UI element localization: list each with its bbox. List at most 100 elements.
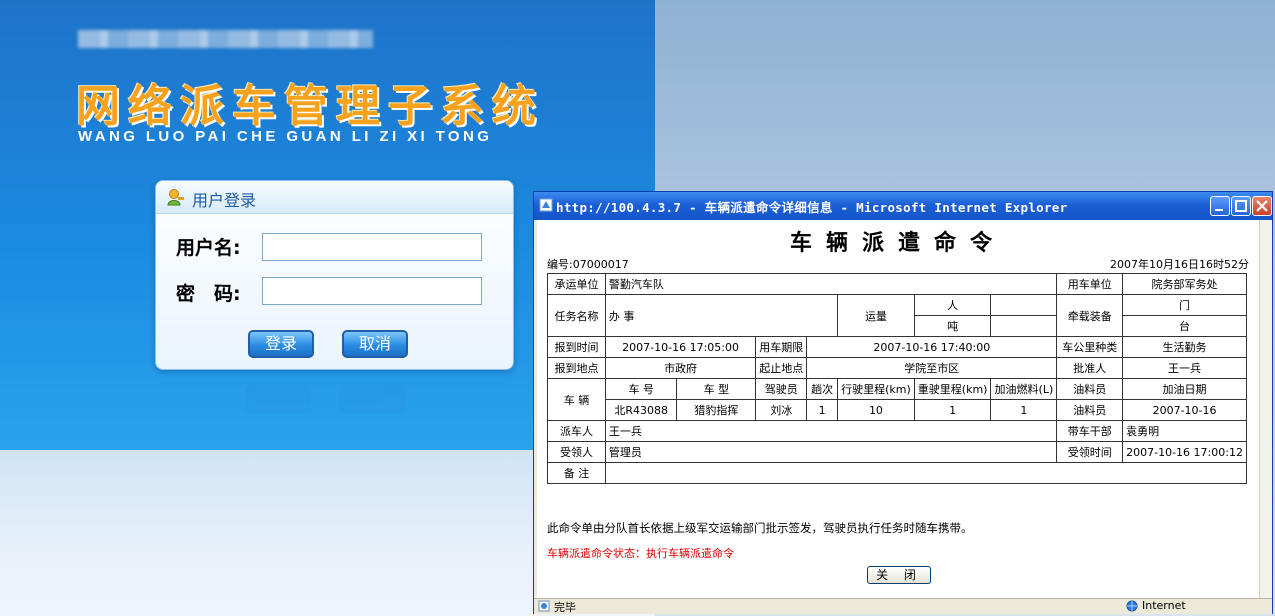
page-done-icon <box>538 600 550 612</box>
login-box: 用户登录 用户名: 密 码: 登录 取消 <box>155 180 514 370</box>
table-row: 受领人 管理员 受领时间 2007-10-16 17:00:12 <box>547 441 1247 463</box>
table-row: 派车人 王一兵 带车干部 袁勇明 <box>547 420 1247 442</box>
close-order-button[interactable]: 关 闭 <box>867 566 931 584</box>
close-window-button[interactable] <box>1252 196 1272 216</box>
username-input[interactable] <box>262 233 482 261</box>
login-title: 用户登录 <box>192 191 257 210</box>
cell-value: 警勤汽车队 <box>604 273 1058 295</box>
order-date: 2007年10月16日16时52分 <box>1110 258 1249 271</box>
status-zone: Internet <box>1142 599 1186 612</box>
cell-value: 2007-10-16 17:00:12 <box>1122 441 1247 463</box>
username-label: 用户名: <box>176 237 241 259</box>
cell-label: 受领时间 <box>1056 441 1124 463</box>
ie-window: http://100.4.3.7 - 车辆派遣命令详细信息 - Microsof… <box>533 191 1273 614</box>
cell-value <box>604 462 1248 484</box>
cell-value: 猎豹指挥 <box>676 399 757 421</box>
cell-label: 油料员 <box>1056 378 1124 400</box>
ie-content: 车辆派遣命令 编号:07000017 2007年10月16日16时52分 承运单… <box>537 220 1259 598</box>
cell-value: 王一兵 <box>1122 357 1247 379</box>
globe-icon <box>1126 600 1138 612</box>
cell-label: 趟次 <box>806 378 839 400</box>
user-key-icon <box>167 189 184 206</box>
cell-value: 1 <box>913 399 992 421</box>
cell-label: 行驶里程(km) <box>837 378 915 400</box>
system-title-pinyin: WANG LUO PAI CHE GUAN LI ZI XI TONG <box>78 128 493 145</box>
button-reflection <box>245 385 415 415</box>
ie-statusbar: 完毕 Internet <box>534 598 1272 614</box>
cell-value: 2007-10-16 <box>1122 399 1247 421</box>
close-icon <box>1256 200 1268 212</box>
cell-label: 车 辆 <box>547 378 606 421</box>
cell-value: 王一兵 <box>604 420 1058 442</box>
cell-label: 台 <box>1122 315 1247 337</box>
table-row: 报到时间 2007-10-16 17:05:00 用车期限 2007-10-16… <box>547 336 1247 358</box>
order-note: 此命令单由分队首长依据上级军交运输部门批示签发，驾驶员执行任务时随车携带。 <box>547 521 973 535</box>
cell-value: 学院至市区 <box>806 357 1058 379</box>
login-button[interactable]: 登录 <box>248 330 314 358</box>
maximize-icon <box>1235 200 1247 212</box>
table-row: 北R43088 猎豹指挥 刘冰 1 10 1 1 油料员 2007-10-16 <box>548 399 1247 421</box>
cell-value: 办 事 <box>604 294 839 337</box>
ie-title: http://100.4.3.7 - 车辆派遣命令详细信息 - Microsof… <box>556 200 1068 215</box>
cell-label: 车 号 <box>604 378 678 400</box>
cell-value: 北R43088 <box>604 399 678 421</box>
minimize-icon <box>1215 209 1223 211</box>
maximize-button[interactable] <box>1231 196 1251 216</box>
table-row: 车 辆 车 号 车 型 驾驶员 趟次 行驶里程(km) 重驶里程(km) 加油燃… <box>547 378 1247 421</box>
cell-label: 起止地点 <box>755 357 808 379</box>
cell-label: 承运单位 <box>547 273 606 295</box>
cell-value: 院务部军务处 <box>1122 273 1247 295</box>
table-row: 报到地点 市政府 起止地点 学院至市区 批准人 王一兵 <box>547 357 1247 379</box>
cell-value: 1 <box>990 399 1058 421</box>
ie-page-icon <box>539 198 553 212</box>
cancel-button[interactable]: 取消 <box>342 330 408 358</box>
cell-label: 报到地点 <box>547 357 606 379</box>
cell-label: 驾驶员 <box>755 378 808 400</box>
cell-label: 加油日期 <box>1122 378 1247 400</box>
table-row: 任务名称 办 事 运量 人 牵载装备 门 <box>547 294 1247 337</box>
cell-label: 重驶里程(km) <box>913 378 992 400</box>
password-input[interactable] <box>262 277 482 305</box>
cell-value: 刘冰 <box>755 399 808 421</box>
cell-label: 车公里种类 <box>1056 336 1124 358</box>
cell-label: 派车人 <box>547 420 606 442</box>
cell-label: 运量 <box>837 294 915 337</box>
cell-label: 带车干部 <box>1056 420 1124 442</box>
password-label: 密 码: <box>176 283 241 305</box>
order-number: 编号:07000017 <box>547 258 629 271</box>
cell-label: 加油燃料(L) <box>990 378 1058 400</box>
cell-label: 任务名称 <box>547 294 606 337</box>
minimize-button[interactable] <box>1210 196 1230 216</box>
table-row: 备 注 <box>547 462 1248 484</box>
cell-value <box>990 294 1058 316</box>
cell-value: 2007-10-16 17:05:00 <box>604 336 757 358</box>
status-text: 完毕 <box>554 601 576 614</box>
cell-label: 备 注 <box>547 462 606 484</box>
cell-label: 吨 <box>913 315 992 337</box>
order-state: 车辆派遣命令状态：执行车辆派遣命令 <box>547 547 734 560</box>
cell-value: 生活勤务 <box>1122 336 1247 358</box>
cell-value <box>990 315 1058 337</box>
cell-label: 用车单位 <box>1056 273 1124 295</box>
vertical-scrollbar[interactable] <box>1259 220 1272 598</box>
cell-value: 市政府 <box>604 357 757 379</box>
cell-label: 用车期限 <box>755 336 808 358</box>
order-title: 车辆派遣命令 <box>789 230 1006 256</box>
cell-label: 批准人 <box>1056 357 1124 379</box>
order-table: 承运单位 警勤汽车队 用车单位 院务部军务处 任务名称 办 事 运量 人 牵载装… <box>547 273 1248 484</box>
cell-value: 管理员 <box>604 441 1058 463</box>
cell-value: 10 <box>837 399 915 421</box>
ie-titlebar[interactable]: http://100.4.3.7 - 车辆派遣命令详细信息 - Microsof… <box>534 192 1272 220</box>
login-header: 用户登录 <box>156 181 513 214</box>
system-title: 网络派车管理子系统 <box>76 81 544 132</box>
cell-label: 受领人 <box>547 441 606 463</box>
cell-value: 2007-10-16 17:40:00 <box>806 336 1058 358</box>
cell-label: 报到时间 <box>547 336 606 358</box>
cell-label: 人 <box>913 294 992 316</box>
cell-value: 油料员 <box>1056 399 1124 421</box>
table-row: 承运单位 警勤汽车队 用车单位 院务部军务处 <box>547 273 1247 295</box>
cell-label: 车 型 <box>676 378 757 400</box>
cell-value: 袁勇明 <box>1122 420 1247 442</box>
blurred-logo <box>78 30 373 48</box>
cell-value: 1 <box>806 399 839 421</box>
